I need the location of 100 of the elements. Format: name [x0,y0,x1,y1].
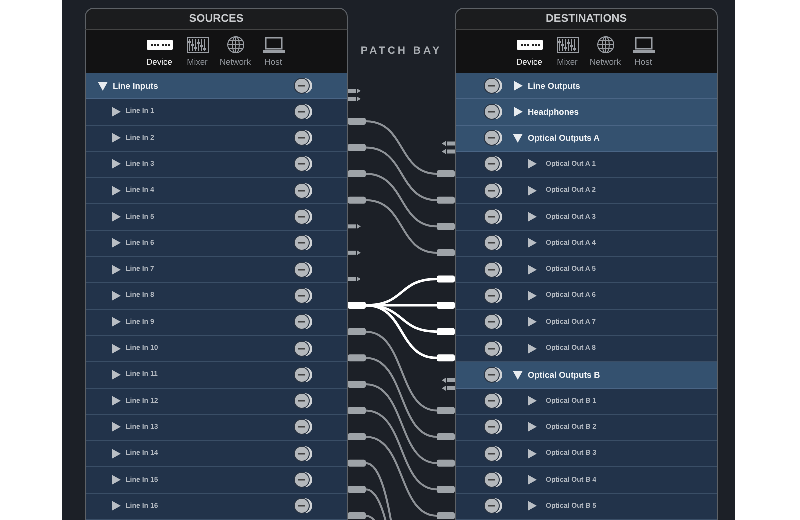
minus-circle-icon[interactable] [294,156,313,172]
plug-icon[interactable] [348,380,366,388]
source-type-tab[interactable]: Host [256,36,292,67]
collapsed-triangle-icon[interactable] [527,448,537,459]
collapsed-triangle-icon[interactable] [111,212,121,222]
plug-icon[interactable] [348,144,366,152]
collapsed-triangle-icon[interactable] [527,475,537,486]
minus-circle-icon[interactable] [484,419,503,436]
minus-circle-icon[interactable] [484,340,503,357]
minus-circle-icon[interactable] [294,340,313,357]
collapsed-triangle-icon[interactable] [527,212,537,222]
minus-circle-icon[interactable] [484,314,503,330]
plug-icon[interactable] [437,328,455,336]
collapsed-triangle-icon[interactable] [111,370,121,380]
collapsed-triangle-icon[interactable] [513,106,523,117]
collapsed-triangle-icon[interactable] [111,344,121,354]
minus-circle-icon[interactable] [484,288,503,304]
collapsed-triangle-icon[interactable] [111,396,121,406]
plug-icon[interactable] [348,276,361,282]
collapsed-triangle-icon[interactable] [527,317,537,328]
collapsed-triangle-icon[interactable] [111,238,121,248]
minus-circle-icon[interactable] [484,209,503,226]
plug-icon[interactable] [437,302,455,310]
plug-icon[interactable] [348,512,366,520]
minus-circle-icon[interactable] [484,235,503,252]
minus-circle-icon[interactable] [294,498,313,514]
plug-icon[interactable] [348,407,366,414]
plug-icon[interactable] [348,302,366,310]
collapsed-triangle-icon[interactable] [111,290,121,301]
collapsed-triangle-icon[interactable] [111,448,121,459]
minus-circle-icon[interactable] [294,130,313,146]
source-type-tab[interactable]: Mixer [550,36,586,67]
collapsed-triangle-icon[interactable] [527,344,537,354]
plug-icon[interactable] [437,512,455,520]
plug-icon[interactable] [348,118,366,125]
plug-icon[interactable] [348,170,366,178]
minus-circle-icon[interactable] [294,419,313,436]
minus-circle-icon[interactable] [484,446,503,462]
collapsed-triangle-icon[interactable] [527,186,537,196]
collapsed-triangle-icon[interactable] [111,422,121,432]
group-row[interactable]: Optical Outputs A [456,126,717,152]
collapsed-triangle-icon[interactable] [111,501,121,512]
source-type-tab[interactable]: Device [142,36,178,67]
minus-circle-icon[interactable] [484,262,503,278]
minus-circle-icon[interactable] [294,314,313,330]
minus-circle-icon[interactable] [294,104,313,120]
minus-circle-icon[interactable] [294,472,313,488]
plug-icon[interactable] [437,276,455,283]
minus-circle-icon[interactable] [294,182,313,199]
minus-circle-icon[interactable] [484,156,503,172]
plug-icon[interactable] [442,141,455,146]
source-type-tab[interactable]: Network [218,36,254,67]
source-type-tab[interactable]: Network [588,36,624,67]
minus-circle-icon[interactable] [484,498,503,514]
minus-circle-icon[interactable] [484,182,503,199]
group-row[interactable]: Line Outputs [456,72,717,100]
minus-circle-icon[interactable] [484,104,503,120]
minus-circle-icon[interactable] [294,288,313,304]
collapsed-triangle-icon[interactable] [527,290,537,301]
collapsed-triangle-icon[interactable] [527,159,537,170]
plug-icon[interactable] [348,224,361,230]
collapsed-triangle-icon[interactable] [111,186,121,196]
collapsed-triangle-icon[interactable] [111,133,121,144]
source-type-tab[interactable]: Host [626,36,662,67]
plug-icon[interactable] [437,249,455,256]
group-row[interactable]: Optical Outputs B [456,362,717,389]
minus-circle-icon[interactable] [484,472,503,488]
expanded-triangle-icon[interactable] [98,80,108,91]
plug-icon[interactable] [442,386,455,391]
minus-circle-icon[interactable] [484,393,503,410]
collapsed-triangle-icon[interactable] [111,159,121,170]
plug-icon[interactable] [437,407,455,414]
minus-circle-icon[interactable] [294,393,313,410]
plug-icon[interactable] [442,378,455,383]
plug-icon[interactable] [348,250,361,256]
collapsed-triangle-icon[interactable] [527,396,537,406]
plug-icon[interactable] [437,434,455,441]
plug-icon[interactable] [348,96,361,102]
minus-circle-icon[interactable] [294,78,313,94]
collapsed-triangle-icon[interactable] [513,80,523,91]
group-row[interactable]: Line Inputs [86,72,347,100]
group-row[interactable]: Headphones [456,99,717,126]
minus-circle-icon[interactable] [484,130,503,146]
plug-icon[interactable] [437,170,455,178]
minus-circle-icon[interactable] [294,446,313,462]
collapsed-triangle-icon[interactable] [111,106,121,117]
minus-circle-icon[interactable] [294,209,313,226]
plug-icon[interactable] [348,88,361,94]
minus-circle-icon[interactable] [294,235,313,252]
collapsed-triangle-icon[interactable] [111,317,121,328]
plug-icon[interactable] [442,149,455,154]
collapsed-triangle-icon[interactable] [527,422,537,432]
minus-circle-icon[interactable] [294,366,313,383]
plug-icon[interactable] [437,354,455,362]
minus-circle-icon[interactable] [294,262,313,278]
collapsed-triangle-icon[interactable] [111,264,121,275]
source-type-tab[interactable]: Device [512,36,548,67]
expanded-triangle-icon[interactable] [513,370,523,380]
collapsed-triangle-icon[interactable] [527,501,537,512]
expanded-triangle-icon[interactable] [513,133,523,144]
